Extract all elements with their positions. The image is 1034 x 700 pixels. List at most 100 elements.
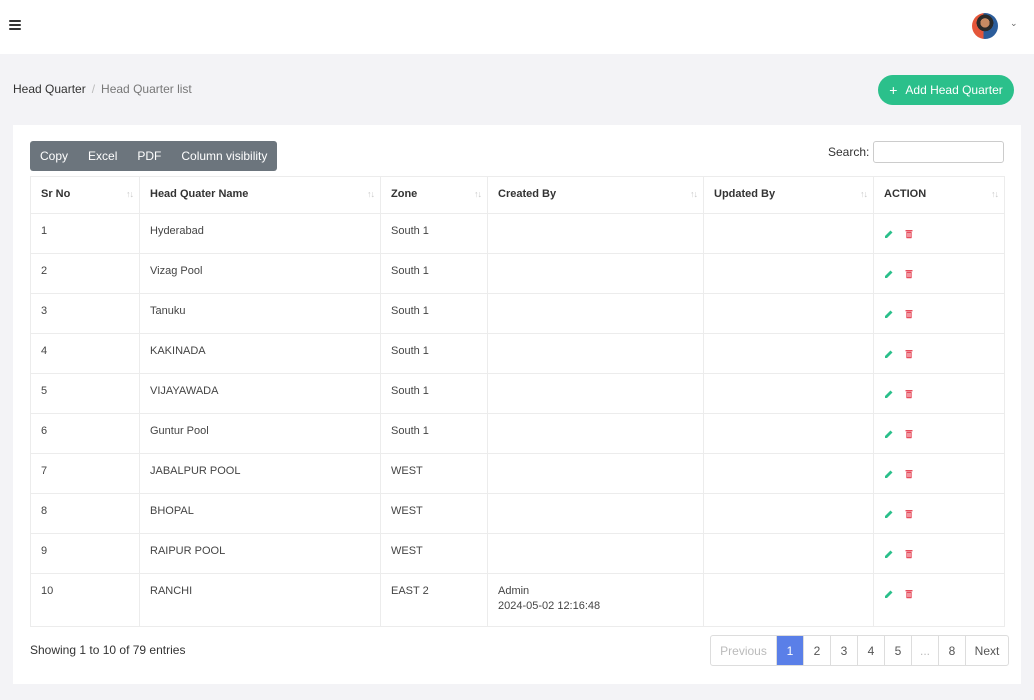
table-row: 7 JABALPUR POOL WEST	[30, 453, 1005, 494]
cell-sr-no: 10	[30, 573, 140, 627]
table-info: Showing 1 to 10 of 79 entries	[30, 643, 186, 657]
cell-created-by	[487, 493, 704, 534]
cell-head-quarter-name: BHOPAL	[139, 493, 381, 534]
cell-head-quarter-name: RAIPUR POOL	[139, 533, 381, 574]
column-header-name[interactable]: Head Quater Name ↑↓	[139, 176, 381, 214]
cell-created-by	[487, 293, 704, 334]
search-input[interactable]	[873, 141, 1004, 163]
sort-icon: ↑↓	[991, 189, 999, 199]
column-header-action[interactable]: ACTION ↑↓	[873, 176, 1005, 214]
edit-icon[interactable]	[884, 389, 894, 399]
table-row: 8 BHOPAL WEST	[30, 493, 1005, 534]
edit-icon[interactable]	[884, 309, 894, 319]
sort-icon: ↑↓	[367, 189, 375, 199]
cell-action	[873, 213, 1005, 254]
column-header-zone[interactable]: Zone ↑↓	[380, 176, 488, 214]
delete-icon[interactable]	[904, 469, 914, 479]
cell-created-by	[487, 413, 704, 454]
pagination-ellipsis: ...	[911, 636, 938, 665]
table-row: 2 Vizag Pool South 1	[30, 253, 1005, 294]
cell-action	[873, 533, 1005, 574]
column-header-sr-no[interactable]: Sr No ↑↓	[30, 176, 140, 214]
pdf-button[interactable]: PDF	[127, 141, 171, 171]
cell-updated-by	[703, 533, 874, 574]
copy-button[interactable]: Copy	[30, 141, 78, 171]
table-row: 6 Guntur Pool South 1	[30, 413, 1005, 454]
cell-sr-no: 6	[30, 413, 140, 454]
hamburger-menu-icon[interactable]	[9, 20, 21, 30]
cell-zone: South 1	[380, 253, 488, 294]
delete-icon[interactable]	[904, 269, 914, 279]
edit-icon[interactable]	[884, 229, 894, 239]
excel-button[interactable]: Excel	[78, 141, 127, 171]
breadcrumb-current: Head Quarter list	[101, 82, 192, 96]
edit-icon[interactable]	[884, 429, 894, 439]
edit-icon[interactable]	[884, 509, 894, 519]
edit-icon[interactable]	[884, 589, 894, 599]
add-head-quarter-button[interactable]: + Add Head Quarter	[878, 75, 1014, 105]
table-row: 10 RANCHI EAST 2 Admin 2024-05-02 12:16:48	[30, 573, 1005, 627]
avatar[interactable]	[972, 13, 998, 39]
delete-icon[interactable]	[904, 549, 914, 559]
plus-icon: +	[889, 82, 898, 98]
cell-zone: South 1	[380, 373, 488, 414]
cell-action	[873, 373, 1005, 414]
cell-head-quarter-name: Guntur Pool	[139, 413, 381, 454]
cell-zone: WEST	[380, 493, 488, 534]
delete-icon[interactable]	[904, 509, 914, 519]
cell-created-by	[487, 533, 704, 574]
cell-updated-by	[703, 573, 874, 627]
sort-icon: ↑↓	[474, 189, 482, 199]
cell-updated-by	[703, 493, 874, 534]
cell-action	[873, 293, 1005, 334]
page-button-5[interactable]: 5	[884, 636, 911, 665]
next-page-button[interactable]: Next	[965, 636, 1008, 665]
edit-icon[interactable]	[884, 269, 894, 279]
cell-created-by	[487, 373, 704, 414]
table-row: 9 RAIPUR POOL WEST	[30, 533, 1005, 574]
cell-zone: WEST	[380, 533, 488, 574]
chevron-down-icon[interactable]: ⌄	[1010, 18, 1020, 28]
cell-action	[873, 453, 1005, 494]
column-header-updated-by[interactable]: Updated By ↑↓	[703, 176, 874, 214]
breadcrumb-separator: /	[91, 82, 96, 96]
cell-action	[873, 493, 1005, 534]
sort-icon: ↑↓	[860, 189, 868, 199]
add-head-quarter-label: Add Head Quarter	[905, 83, 1003, 97]
delete-icon[interactable]	[904, 349, 914, 359]
page-button-4[interactable]: 4	[857, 636, 884, 665]
previous-page-button[interactable]: Previous	[711, 636, 776, 665]
delete-icon[interactable]	[904, 229, 914, 239]
delete-icon[interactable]	[904, 429, 914, 439]
delete-icon[interactable]	[904, 589, 914, 599]
cell-created-by	[487, 253, 704, 294]
cell-updated-by	[703, 253, 874, 294]
cell-updated-by	[703, 453, 874, 494]
cell-sr-no: 3	[30, 293, 140, 334]
cell-created-by	[487, 333, 704, 374]
cell-sr-no: 7	[30, 453, 140, 494]
column-header-created-by[interactable]: Created By ↑↓	[487, 176, 704, 214]
cell-head-quarter-name: Tanuku	[139, 293, 381, 334]
page-button-8[interactable]: 8	[938, 636, 965, 665]
page-button-1[interactable]: 1	[776, 636, 803, 665]
page-button-2[interactable]: 2	[803, 636, 830, 665]
delete-icon[interactable]	[904, 309, 914, 319]
page-button-3[interactable]: 3	[830, 636, 857, 665]
cell-zone: South 1	[380, 293, 488, 334]
edit-icon[interactable]	[884, 549, 894, 559]
cell-action	[873, 253, 1005, 294]
edit-icon[interactable]	[884, 349, 894, 359]
cell-updated-by	[703, 413, 874, 454]
cell-sr-no: 8	[30, 493, 140, 534]
breadcrumb-home[interactable]: Head Quarter	[13, 82, 86, 96]
created-by-user: Admin	[498, 585, 530, 597]
column-visibility-button[interactable]: Column visibility	[171, 141, 277, 171]
pagination: Previous 1 2 3 4 5 ... 8 Next	[710, 635, 1009, 666]
edit-icon[interactable]	[884, 469, 894, 479]
table-row: 1 Hyderabad South 1	[30, 213, 1005, 254]
delete-icon[interactable]	[904, 389, 914, 399]
cell-action	[873, 573, 1005, 627]
cell-zone: WEST	[380, 453, 488, 494]
cell-updated-by	[703, 213, 874, 254]
